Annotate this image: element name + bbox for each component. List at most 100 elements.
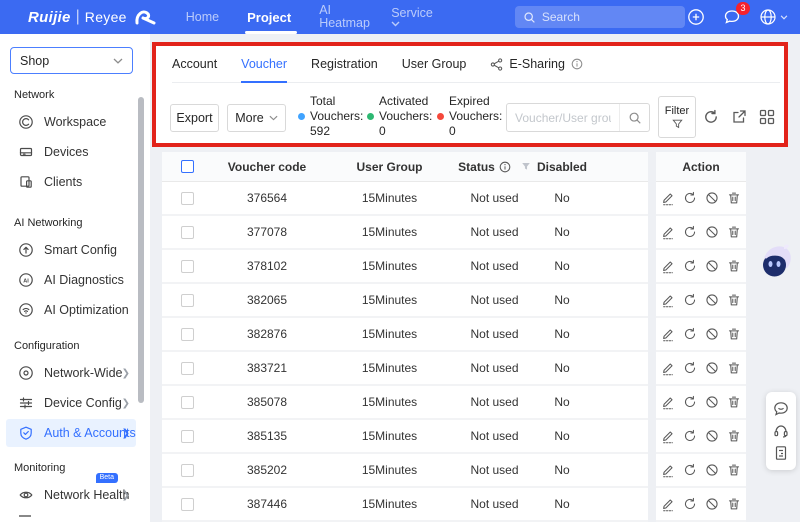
ai-assistant-mascot-icon[interactable]: [757, 242, 795, 282]
nav-home[interactable]: Home: [172, 0, 233, 34]
table-row[interactable]: 378102 15Minutes Not used No: [162, 250, 648, 284]
edit-icon[interactable]: [661, 497, 675, 512]
renew-icon[interactable]: [683, 463, 697, 477]
export-button[interactable]: Export: [170, 104, 219, 132]
ban-icon[interactable]: [705, 293, 719, 307]
renew-icon[interactable]: [683, 259, 697, 273]
more-button[interactable]: More: [227, 104, 286, 132]
table-row[interactable]: 385135 15Minutes Not used No: [162, 420, 648, 454]
info-icon[interactable]: [571, 58, 583, 70]
renew-icon[interactable]: [683, 497, 697, 511]
ban-icon[interactable]: [705, 429, 719, 443]
filter-funnel-icon[interactable]: [521, 162, 531, 171]
delete-icon[interactable]: [727, 259, 741, 273]
feedback-icon[interactable]: [773, 445, 789, 461]
tab-e-sharing[interactable]: E-Sharing: [490, 46, 583, 83]
sidebar-item-workspace[interactable]: Workspace: [6, 108, 136, 136]
table-row[interactable]: 382876 15Minutes Not used No: [162, 318, 648, 352]
info-icon[interactable]: [499, 161, 511, 173]
table-row[interactable]: 385202 15Minutes Not used No: [162, 454, 648, 488]
renew-icon[interactable]: [683, 327, 697, 341]
nav-service[interactable]: Service: [377, 0, 447, 34]
voucher-search-input[interactable]: [507, 110, 619, 125]
table-row[interactable]: 383721 15Minutes Not used No: [162, 352, 648, 386]
edit-icon[interactable]: [661, 361, 675, 376]
tab-voucher[interactable]: Voucher: [241, 46, 287, 83]
sidebar-item-clients[interactable]: Clients: [6, 168, 136, 196]
renew-icon[interactable]: [683, 361, 697, 375]
export-out-icon[interactable]: [730, 108, 748, 126]
sidebar-item-smart-config[interactable]: Smart Config: [6, 236, 136, 264]
grid-view-icon[interactable]: [758, 108, 776, 126]
delete-icon[interactable]: [727, 429, 741, 443]
row-checkbox[interactable]: [180, 259, 194, 273]
nav-project[interactable]: Project: [233, 0, 305, 34]
ban-icon[interactable]: [705, 497, 719, 511]
row-checkbox[interactable]: [180, 293, 194, 307]
tab-user-group[interactable]: User Group: [402, 46, 467, 83]
edit-icon[interactable]: [661, 463, 675, 478]
global-search-input[interactable]: [541, 10, 672, 24]
row-checkbox[interactable]: [180, 191, 194, 205]
row-checkbox[interactable]: [180, 497, 194, 511]
row-checkbox[interactable]: [180, 327, 194, 341]
delete-icon[interactable]: [727, 327, 741, 341]
edit-icon[interactable]: [661, 191, 675, 206]
row-checkbox[interactable]: [180, 463, 194, 477]
chat-bubble-icon[interactable]: 3: [723, 2, 750, 26]
nav-ai-heatmap[interactable]: AI Heatmap: [305, 0, 377, 34]
table-row[interactable]: 377078 15Minutes Not used No: [162, 216, 648, 250]
delete-icon[interactable]: [727, 361, 741, 375]
delete-icon[interactable]: [727, 497, 741, 511]
edit-icon[interactable]: [661, 327, 675, 342]
global-search[interactable]: [514, 6, 685, 28]
row-checkbox[interactable]: [180, 225, 194, 239]
edit-icon[interactable]: [661, 395, 675, 410]
sidebar-item-network-health[interactable]: Network Health Beta ❯: [6, 473, 136, 509]
table-row[interactable]: 385078 15Minutes Not used No: [162, 386, 648, 420]
ban-icon[interactable]: [705, 191, 719, 205]
tab-registration[interactable]: Registration: [311, 46, 378, 83]
filter-button[interactable]: Filter: [658, 96, 696, 138]
table-row[interactable]: 387446 15Minutes Not used No: [162, 488, 648, 522]
ban-icon[interactable]: [705, 361, 719, 375]
ban-icon[interactable]: [705, 327, 719, 341]
plus-circle-icon[interactable]: [687, 8, 705, 26]
chat-smile-icon[interactable]: [773, 401, 789, 417]
renew-icon[interactable]: [683, 395, 697, 409]
sidebar-item-auth-accounts[interactable]: Auth & Accounts ❯: [6, 419, 136, 447]
sidebar-scrollbar[interactable]: [138, 97, 144, 403]
ban-icon[interactable]: [705, 259, 719, 273]
renew-icon[interactable]: [683, 225, 697, 239]
renew-icon[interactable]: [683, 191, 697, 205]
ban-icon[interactable]: [705, 225, 719, 239]
delete-icon[interactable]: [727, 463, 741, 477]
select-all-checkbox[interactable]: [180, 160, 194, 173]
edit-icon[interactable]: [661, 429, 675, 444]
table-row[interactable]: 382065 15Minutes Not used No: [162, 284, 648, 318]
renew-icon[interactable]: [683, 293, 697, 307]
delete-icon[interactable]: [727, 225, 741, 239]
tab-account[interactable]: Account: [172, 46, 217, 83]
renew-icon[interactable]: [683, 429, 697, 443]
edit-icon[interactable]: [661, 293, 675, 308]
sidebar-item-devices[interactable]: Devices: [6, 138, 136, 166]
sidebar-item-network-wide[interactable]: Network-Wide ❯: [6, 359, 136, 387]
row-checkbox[interactable]: [180, 361, 194, 375]
table-row[interactable]: 376564 15Minutes Not used No: [162, 182, 648, 216]
delete-icon[interactable]: [727, 191, 741, 205]
org-selector[interactable]: Shop: [10, 47, 133, 74]
delete-icon[interactable]: [727, 395, 741, 409]
edit-icon[interactable]: [661, 259, 675, 274]
sidebar-item-ai-diagnostics[interactable]: AI AI Diagnostics: [6, 266, 136, 294]
search-icon[interactable]: [619, 104, 649, 131]
ban-icon[interactable]: [705, 395, 719, 409]
ban-icon[interactable]: [705, 463, 719, 477]
headset-icon[interactable]: [773, 423, 789, 439]
delete-icon[interactable]: [727, 293, 741, 307]
sidebar-item-ai-optimization[interactable]: AI Optimization: [6, 296, 136, 324]
globe-icon[interactable]: [759, 8, 788, 26]
row-checkbox[interactable]: [180, 429, 194, 443]
refresh-icon[interactable]: [702, 108, 720, 126]
row-checkbox[interactable]: [180, 395, 194, 409]
